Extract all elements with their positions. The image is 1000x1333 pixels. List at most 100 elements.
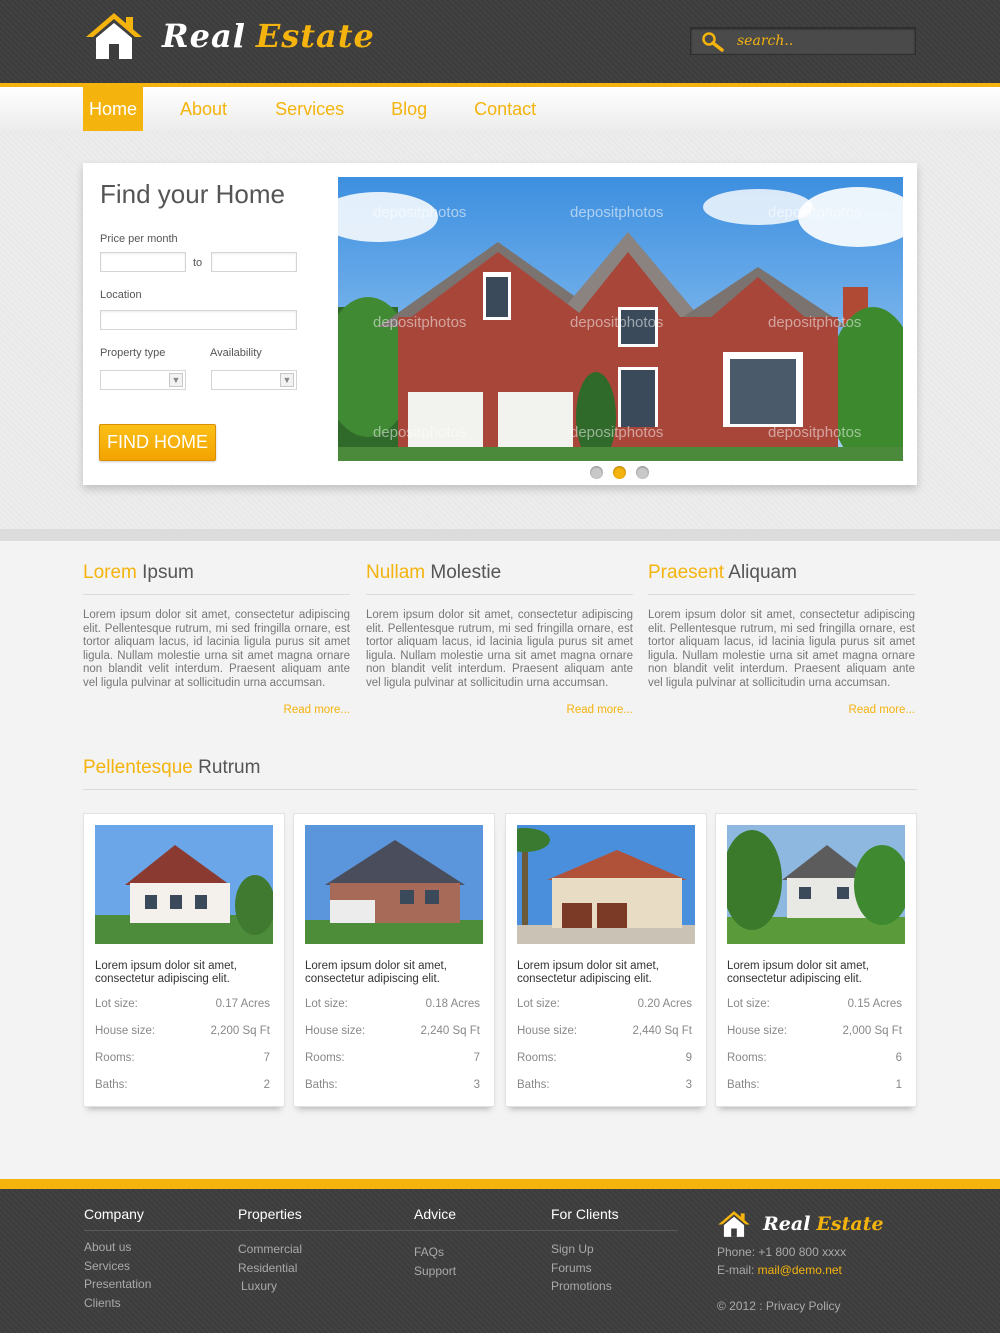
search-box [690,27,916,55]
footer-link[interactable]: Commercial [238,1240,302,1259]
find-home-button[interactable]: FIND HOME [99,424,216,461]
footer-logo-text: Real Estate [763,1213,884,1235]
listing-photo[interactable] [517,825,695,944]
listing-photo[interactable] [305,825,483,944]
listing-title[interactable]: Lorem ipsum dolor sit amet, consectetur … [727,960,907,986]
slider-dot-2[interactable] [613,466,626,479]
footer-logo[interactable]: Real Estate [717,1210,884,1238]
lot-size-row: Lot size: 0.18 Acres [305,998,480,1010]
slider-dot-3[interactable] [636,466,649,479]
footer-link[interactable]: Clients [84,1294,151,1313]
read-more-link[interactable]: Read more... [366,704,633,716]
footer-link[interactable]: Presentation [84,1275,151,1294]
lot-size-label: Lot size: [517,998,560,1010]
footer-advice: Advice FAQs Support [414,1206,456,1280]
feature-text: Lorem ipsum dolor sit amet, consectetur … [83,609,350,689]
rooms-value: 6 [895,1052,902,1064]
nav-services[interactable]: Services [269,87,350,131]
lot-size-label: Lot size: [305,998,348,1010]
footer-link[interactable]: Support [414,1262,456,1281]
hero-card: Find your Home Price per month to Locati… [83,163,917,485]
listing-card-4[interactable]: Lorem ipsum dolor sit amet, consectetur … [715,813,917,1107]
footer-company: Company About us Services Presentation C… [84,1206,151,1312]
baths-label: Baths: [305,1079,338,1091]
read-more-link[interactable]: Read more... [648,704,915,716]
lot-size-value: 0.20 Acres [637,998,692,1010]
listing-title[interactable]: Lorem ipsum dolor sit amet, consectetur … [517,960,697,986]
search-input[interactable] [737,31,907,51]
footer-link[interactable]: Services [84,1257,151,1276]
house-size-row: House size: 2,240 Sq Ft [305,1025,480,1037]
feature-title-rest: Ipsum [136,562,194,583]
footer-link[interactable]: Luxury [238,1277,302,1296]
lot-size-label: Lot size: [95,998,138,1010]
email-link[interactable]: mail@demo.net [758,1263,842,1277]
watermark: depositphotos [768,314,861,331]
property-type-select[interactable]: ▼ [100,370,186,390]
slider-dots [590,466,649,479]
footer-link[interactable]: FAQs [414,1243,456,1262]
house-size-row: House size: 2,000 Sq Ft [727,1025,902,1037]
nav-contact[interactable]: Contact [468,87,542,131]
baths-row: Baths: 3 [305,1079,480,1091]
lot-size-row: Lot size: 0.17 Acres [95,998,270,1010]
footer-link[interactable]: Forums [551,1259,619,1278]
rooms-value: 9 [685,1052,692,1064]
logo[interactable]: Real Estate [84,10,375,62]
rooms-row: Rooms: 7 [95,1052,270,1064]
listings-title-rest: Rutrum [192,757,261,778]
price-min-input[interactable] [100,252,186,272]
listings-title-highlight: Pellentesque [83,757,193,778]
listing-title[interactable]: Lorem ipsum dolor sit amet, consectetur … [305,960,485,986]
baths-value: 3 [685,1079,692,1091]
feature-title-rest: Molestie [425,562,502,583]
slider-dot-1[interactable] [590,466,603,479]
footer-link[interactable]: Sign Up [551,1240,619,1259]
listing-card-1[interactable]: Lorem ipsum dolor sit amet, consectetur … [83,813,285,1107]
listing-title[interactable]: Lorem ipsum dolor sit amet, consectetur … [95,960,275,986]
property-type-label: Property type [100,347,166,359]
footer-for-clients: For Clients Sign Up Forums Promotions [551,1206,619,1296]
nav-home[interactable]: Home [83,87,144,131]
baths-label: Baths: [727,1079,760,1091]
listing-card-2[interactable]: Lorem ipsum dolor sit amet, consectetur … [293,813,495,1107]
listing-photo[interactable] [95,825,273,944]
logo-word-1: Real [763,1213,811,1235]
lot-size-value: 0.17 Acres [215,998,270,1010]
watermark: depositphotos [768,424,861,441]
availability-select[interactable]: ▼ [211,370,297,390]
footer-email: E-mail: mail@demo.net [717,1263,842,1277]
nav-blog[interactable]: Blog [385,87,433,131]
logo-word-1: Real [162,17,246,55]
price-max-input[interactable] [211,252,297,272]
rooms-label: Rooms: [305,1052,345,1064]
footer-heading: Properties [238,1206,302,1222]
footer-copyright[interactable]: © 2012 : Privacy Policy [717,1299,841,1313]
house-size-value: 2,200 Sq Ft [210,1025,270,1037]
nav-about[interactable]: About [174,87,233,131]
location-input[interactable] [100,310,297,330]
site-header: Real Estate [0,0,1000,83]
nav-bar: Home About Services Blog Contact [0,83,1000,131]
footer-link[interactable]: Residential [238,1259,302,1278]
rooms-row: Rooms: 9 [517,1052,692,1064]
listing-photo[interactable] [727,825,905,944]
listing-card-3[interactable]: Lorem ipsum dolor sit amet, consectetur … [505,813,707,1107]
read-more-link[interactable]: Read more... [83,704,350,716]
house-size-label: House size: [517,1025,578,1037]
watermark: depositphotos [373,424,466,441]
logo-word-2: Estate [255,17,375,55]
feature-text: Lorem ipsum dolor sit amet, consectetur … [366,609,633,689]
to-label: to [193,257,203,269]
search-icon[interactable] [701,31,725,53]
baths-row: Baths: 2 [95,1079,270,1091]
footer-link[interactable]: Promotions [551,1277,619,1296]
feature-column-1: Lorem Ipsum Lorem ipsum dolor sit amet, … [83,562,350,716]
house-size-label: House size: [95,1025,156,1037]
chevron-down-icon: ▼ [280,373,294,387]
hero-title: Find your Home [100,179,285,209]
watermark: depositphotos [570,314,663,331]
footer-link[interactable]: About us [84,1238,151,1257]
feature-column-3: Praesent Aliquam Lorem ipsum dolor sit a… [648,562,915,716]
baths-value: 3 [473,1079,480,1091]
